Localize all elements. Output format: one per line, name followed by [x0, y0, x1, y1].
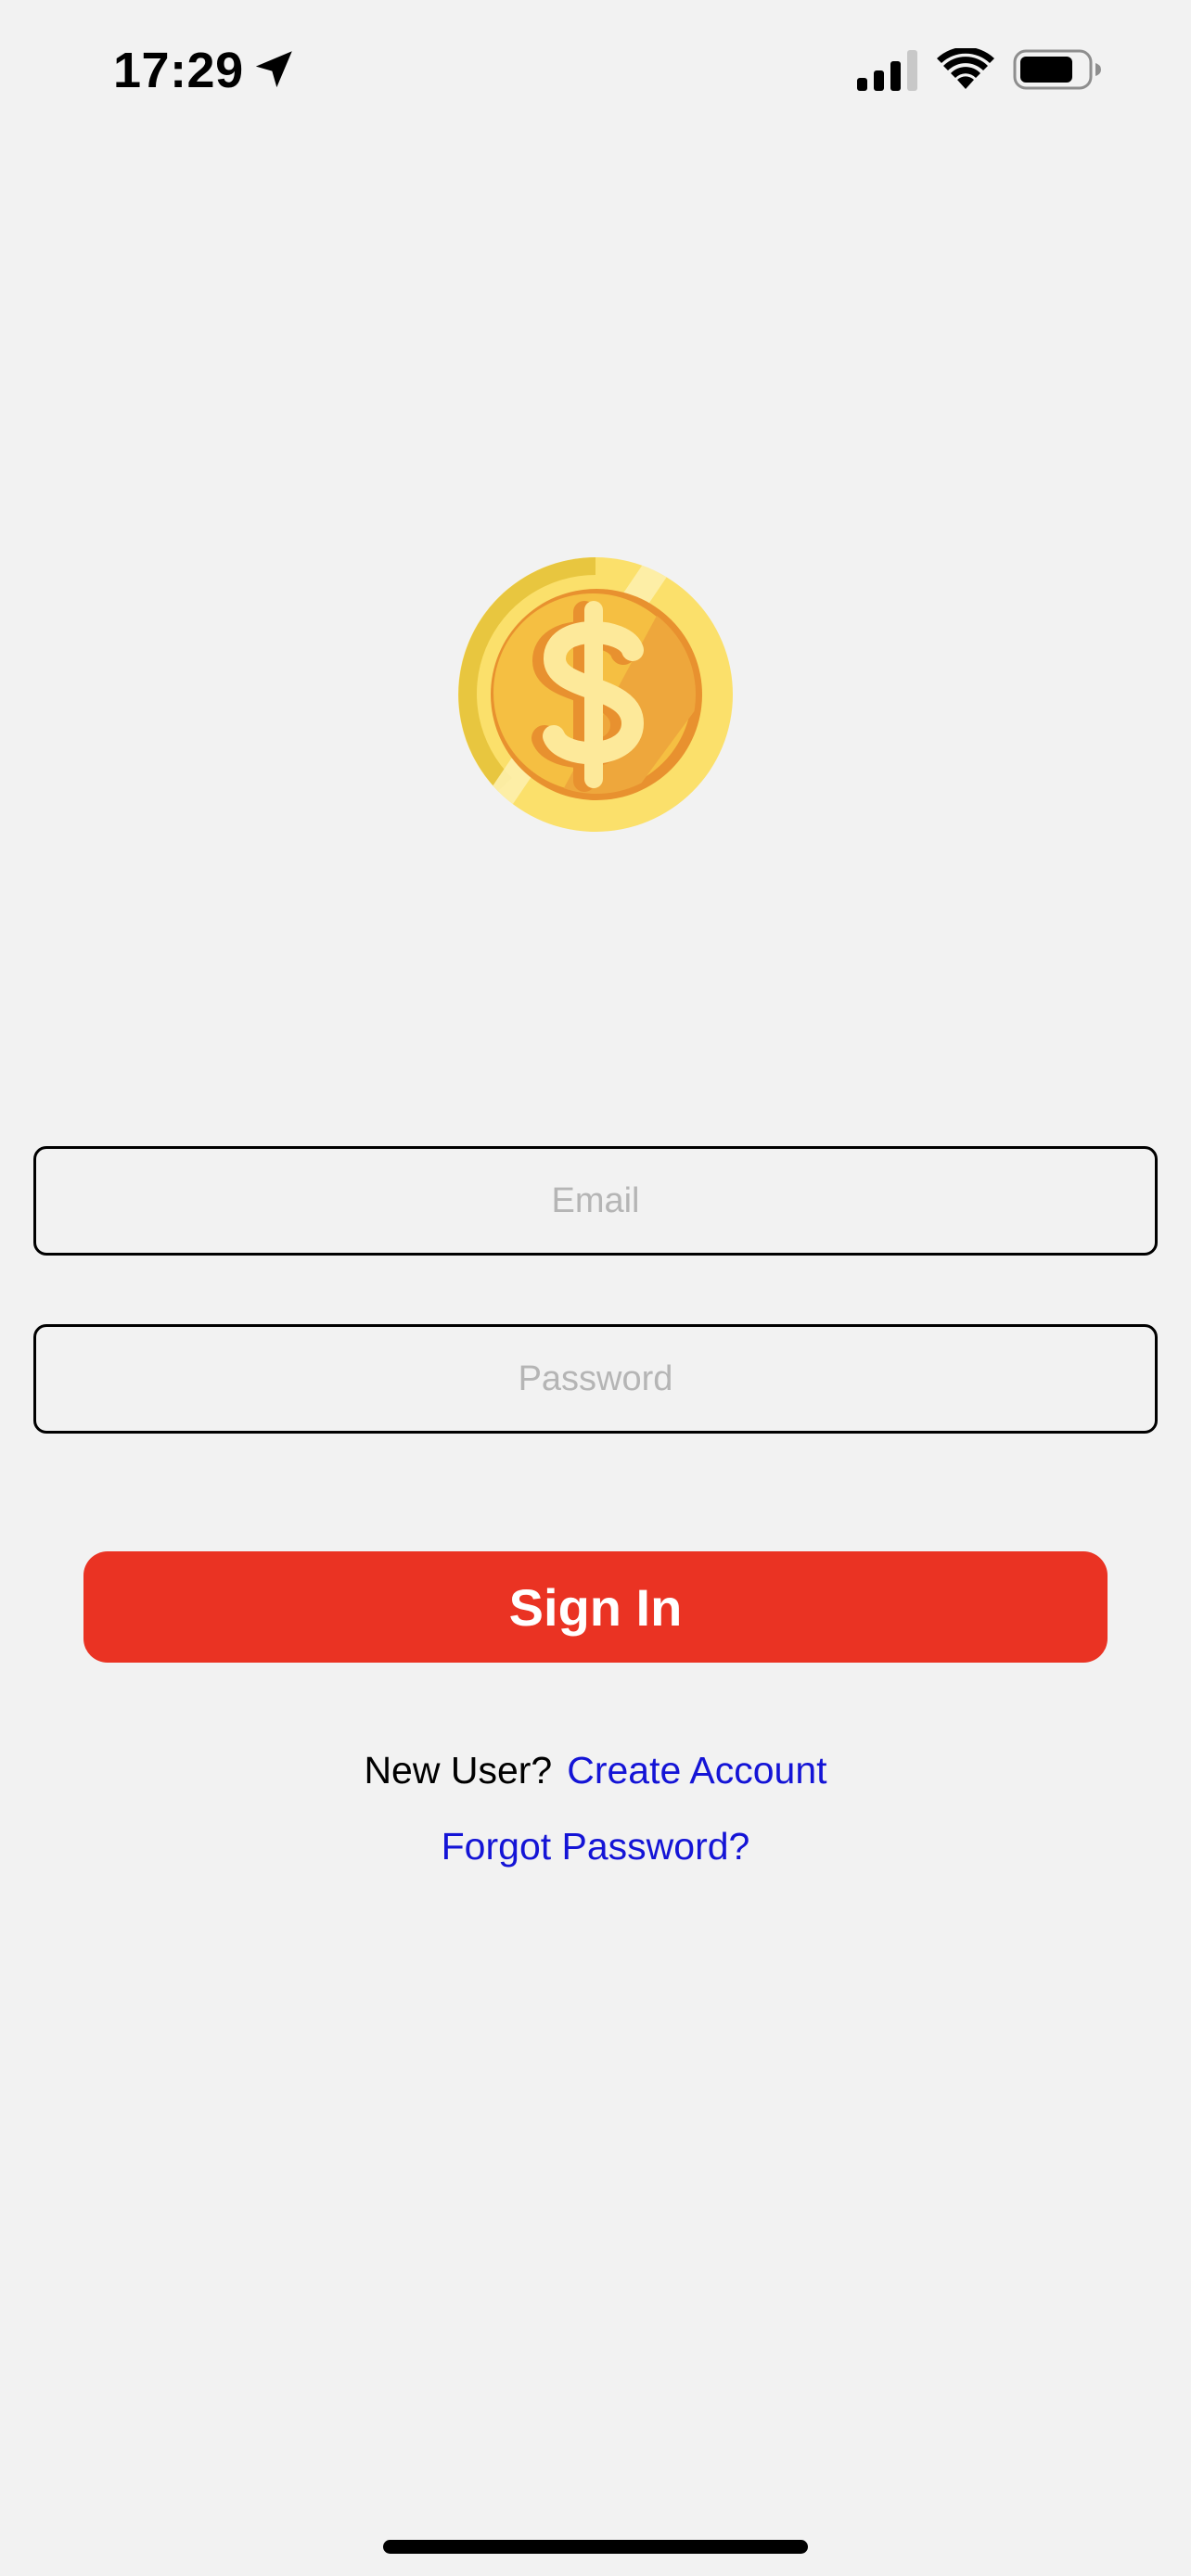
battery-icon: [1013, 49, 1101, 90]
status-time: 17:29: [113, 43, 244, 98]
create-account-link[interactable]: Create Account: [567, 1749, 826, 1792]
new-user-row: New User? Create Account: [0, 1743, 1191, 1797]
dollar-coin-icon: [458, 557, 733, 832]
status-bar: 17:29: [0, 0, 1191, 139]
location-arrow-icon: [255, 51, 292, 88]
email-field[interactable]: [33, 1146, 1158, 1256]
wifi-icon: [937, 48, 994, 89]
password-field[interactable]: [33, 1324, 1158, 1434]
home-indicator[interactable]: [383, 2540, 808, 2554]
new-user-label: New User?: [364, 1749, 553, 1792]
sign-in-button[interactable]: Sign In: [83, 1551, 1108, 1663]
cellular-signal-icon: [857, 50, 917, 91]
forgot-password-link[interactable]: Forgot Password?: [442, 1825, 750, 1868]
forgot-password-row: Forgot Password?: [0, 1819, 1191, 1873]
